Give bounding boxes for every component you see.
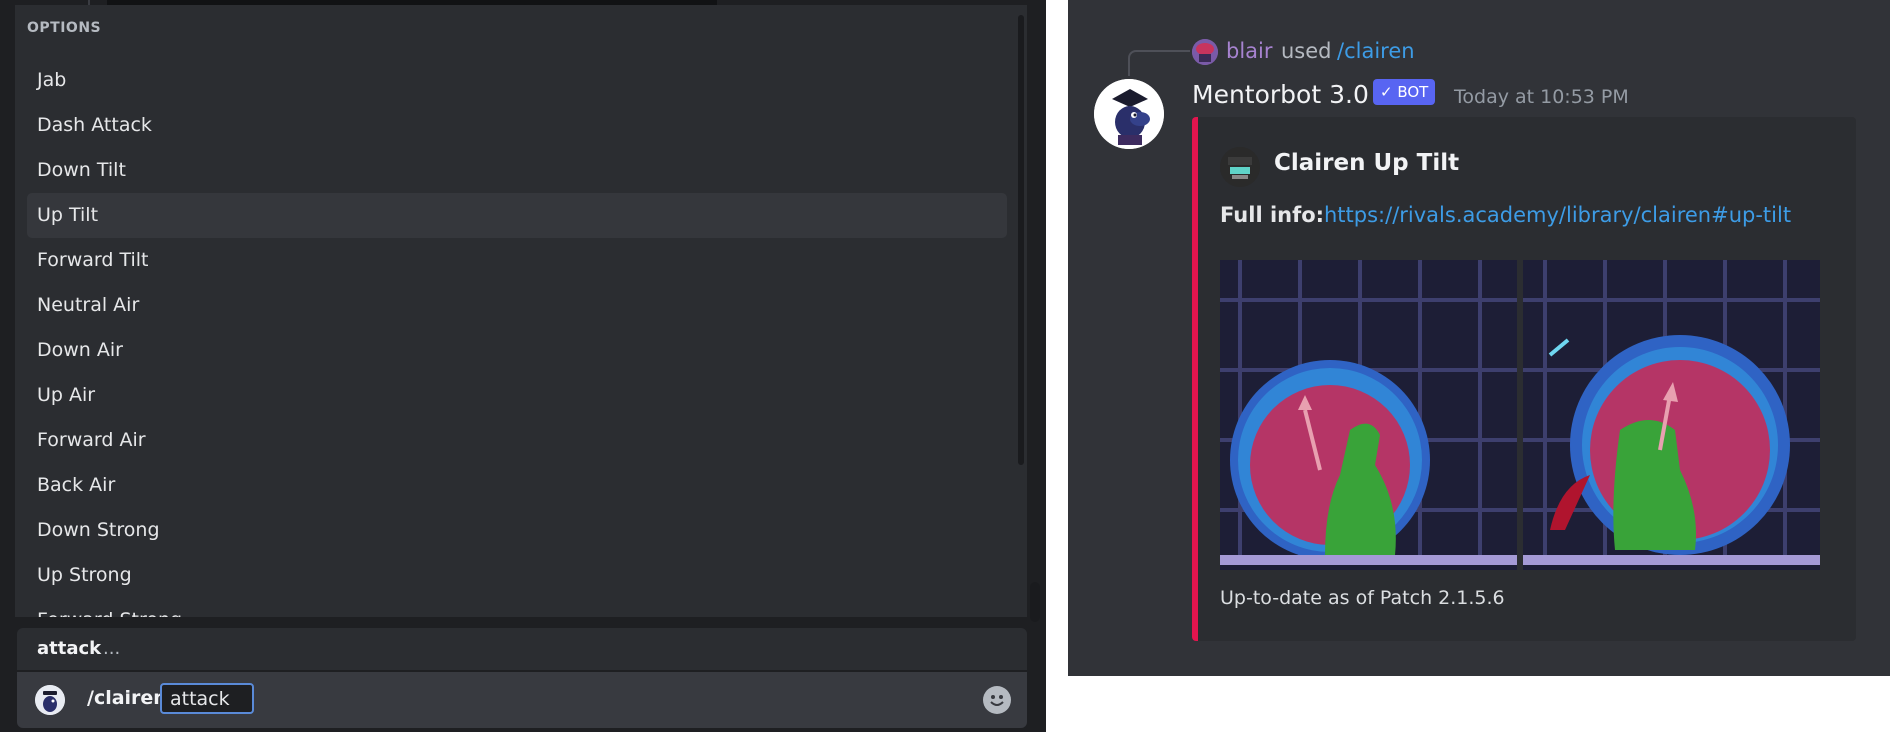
bot-avatar-icon (35, 685, 65, 715)
message-timestamp[interactable]: Today at 10:53 PM (1454, 86, 1629, 108)
parameter-name: attack (37, 638, 102, 659)
bot-avatar[interactable] (1094, 79, 1164, 149)
option-item[interactable]: Dash Attack (27, 103, 1007, 148)
user-avatar[interactable] (1192, 39, 1218, 65)
options-dropdown: OPTIONS Jab Dash Attack Down Tilt Up Tilt Fo… (15, 5, 1027, 617)
options-scrollbar[interactable] (1018, 15, 1024, 465)
option-item[interactable]: Up Strong (27, 553, 1007, 598)
embed-card: Clairen Up Tilt Full info: https://rival… (1192, 117, 1856, 641)
embed-author-icon (1220, 147, 1260, 187)
full-info-link[interactable]: https://rivals.academy/library/clairen#u… (1324, 203, 1791, 227)
embed-field-name: Full info: (1220, 203, 1325, 227)
embed-title: Clairen Up Tilt (1274, 150, 1460, 176)
option-item[interactable]: Down Tilt (27, 148, 1007, 193)
command-option-field[interactable] (160, 683, 254, 714)
message-input-bar: /clairen (17, 672, 1027, 728)
option-item[interactable]: Up Tilt (27, 193, 1007, 238)
command-name: /clairen (87, 687, 167, 709)
options-list: Jab Dash Attack Down Tilt Up Tilt Forward Ti… (27, 58, 1007, 617)
emoji-button[interactable] (983, 686, 1011, 714)
hitbox-animation-image[interactable] (1220, 260, 1820, 570)
parameter-hint: attack ... (17, 628, 1027, 670)
option-item[interactable]: Back Air (27, 463, 1007, 508)
reply-command-link[interactable]: /clairen (1337, 39, 1415, 63)
smiley-icon (984, 687, 1010, 713)
option-item[interactable]: Forward Strong (27, 598, 1007, 617)
reply-connector (1128, 50, 1190, 76)
option-item[interactable]: Down Strong (27, 508, 1007, 553)
chat-scrollbar[interactable] (1030, 582, 1040, 622)
option-item[interactable]: Up Air (27, 373, 1007, 418)
parameter-description: ... (103, 638, 121, 659)
option-item[interactable]: Forward Air (27, 418, 1007, 463)
option-item[interactable]: Down Air (27, 328, 1007, 373)
option-item[interactable]: Neutral Air (27, 283, 1007, 328)
bot-tag-badge: ✓ BOT (1373, 79, 1436, 105)
bot-author-name[interactable]: Mentorbot 3.0 (1192, 80, 1369, 109)
command-composer-panel: OPTIONS Jab Dash Attack Down Tilt Up Tilt Fo… (0, 0, 1046, 732)
message-panel: blair used /clairen Mentorbot 3.0 ✓ BOT … (1068, 0, 1890, 676)
reply-username[interactable]: blair (1226, 39, 1273, 63)
reply-used-text: used (1281, 39, 1332, 63)
attack-option-input[interactable] (170, 687, 250, 711)
option-item[interactable]: Forward Tilt (27, 238, 1007, 283)
option-item[interactable]: Jab (27, 58, 1007, 103)
embed-footer: Up-to-date as of Patch 2.1.5.6 (1220, 587, 1505, 609)
options-header: OPTIONS (27, 20, 102, 36)
